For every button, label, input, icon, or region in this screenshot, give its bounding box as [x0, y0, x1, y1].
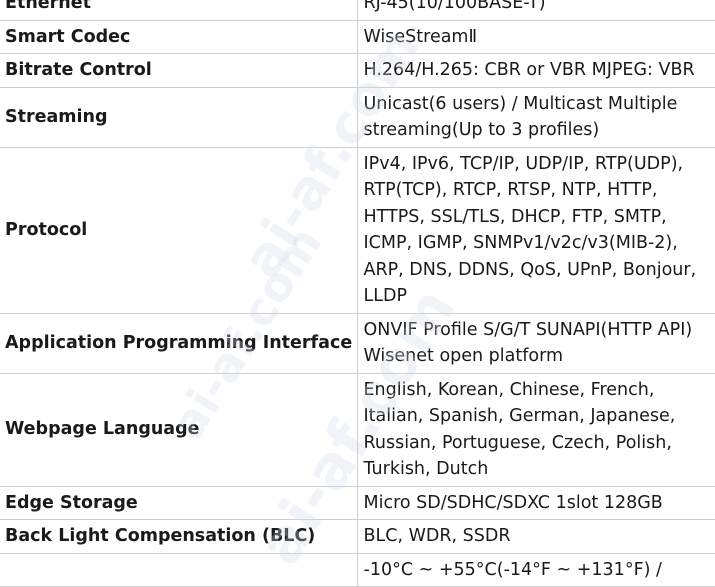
spec-value: ONVIF Profile S/G/T SUNAPI(HTTP API) Wise…: [357, 312, 715, 374]
spec-value-line: BLC, WDR, SSDR: [363, 526, 511, 546]
spec-row: Streaming Unicast(6 users) / Multicast Mu…: [0, 86, 715, 148]
spec-value-line: Wisenet open platform: [363, 346, 564, 366]
spec-value: Unicast(6 users) / Multicast Multiple str…: [357, 86, 715, 148]
spec-table: Ethernet RJ-45(10/100BASE-T) Smart Codec Wi…: [0, 0, 715, 587]
spec-value-line: RTP(TCP), RTCP, RTSP, NTP, HTTP,: [363, 180, 658, 200]
spec-label: Ethernet: [0, 0, 358, 21]
spec-value: -10°C ~ +55°C(-14°F ~ +131°F) /: [357, 552, 715, 587]
spec-value: Micro SD/SDHC/SDXC 1slot 128GB: [357, 485, 715, 520]
spec-value: English, Korean, Chinese, French, Italian…: [357, 372, 715, 487]
spec-row: Webpage Language English, Korean, Chinese…: [0, 372, 715, 487]
spec-label: Smart Codec: [0, 19, 358, 54]
spec-value-line: LLDP: [363, 286, 408, 306]
spec-label: Edge Storage: [0, 485, 358, 520]
spec-label: Protocol: [0, 146, 358, 314]
spec-value-line: ONVIF Profile S/G/T SUNAPI(HTTP API): [363, 319, 693, 340]
spec-value-line: -10°C ~ +55°C(-14°F ~ +131°F) /: [363, 559, 662, 580]
spec-value-line: ARP, DNS, DDNS, QoS, UPnP, Bonjour,: [363, 259, 697, 280]
spec-value-line: Italian, Spanish, German, Japanese,: [363, 406, 676, 426]
spec-row: Protocol IPv4, IPv6, TCP/IP, UDP/IP, RTP(…: [0, 146, 715, 314]
spec-value: IPv4, IPv6, TCP/IP, UDP/IP, RTP(UDP), RTP…: [357, 146, 715, 314]
spec-value-line: English, Korean, Chinese, French,: [363, 379, 655, 400]
spec-row: Application Programming Interface ONVIF P…: [0, 312, 715, 374]
spec-value: RJ-45(10/100BASE-T): [357, 0, 715, 21]
spec-value: H.264/H.265: CBR or VBR MJPEG: VBR: [357, 53, 715, 88]
spec-value-line: Micro SD/SDHC/SDXC 1slot 128GB: [363, 492, 663, 513]
spec-value-line: H.264/H.265: CBR or VBR MJPEG: VBR: [363, 60, 695, 80]
spec-value-line: HTTPS, SSL/TLS, DHCP, FTP, SMTP,: [363, 206, 667, 227]
spec-value-line: streaming(Up to 3 profiles): [363, 120, 600, 140]
spec-row: Bitrate Control H.264/H.265: CBR or VBR M…: [0, 53, 715, 88]
spec-value-line: WiseStreamⅡ: [363, 26, 478, 47]
spec-value-line: IPv4, IPv6, TCP/IP, UDP/IP, RTP(UDP),: [363, 153, 684, 174]
spec-value: BLC, WDR, SSDR: [357, 519, 715, 554]
spec-row: Smart Codec WiseStreamⅡ: [0, 19, 715, 54]
spec-label: Back Light Compensation (BLC): [0, 519, 358, 554]
spec-value-line: RJ-45(10/100BASE-T): [363, 0, 546, 13]
spec-sheet: Ethernet RJ-45(10/100BASE-T) Smart Codec Wi…: [0, 0, 715, 587]
spec-value: WiseStreamⅡ: [357, 19, 715, 54]
spec-row: -10°C ~ +55°C(-14°F ~ +131°F) /: [0, 552, 715, 587]
spec-row: Ethernet RJ-45(10/100BASE-T): [0, 0, 715, 21]
spec-label: Bitrate Control: [0, 53, 358, 88]
spec-row: Back Light Compensation (BLC) BLC, WDR, S…: [0, 519, 715, 554]
spec-value-line: ICMP, IGMP, SNMPv1/v2c/v3(MIB-2),: [363, 233, 678, 253]
spec-value-line: Russian, Portuguese, Czech, Polish,: [363, 432, 672, 453]
spec-row: Edge Storage Micro SD/SDHC/SDXC 1slot 128…: [0, 485, 715, 520]
spec-label: [0, 552, 358, 587]
spec-label: Webpage Language: [0, 372, 358, 487]
spec-label: Streaming: [0, 86, 358, 148]
spec-label: Application Programming Interface: [0, 312, 358, 374]
spec-table-body: Ethernet RJ-45(10/100BASE-T) Smart Codec Wi…: [0, 0, 715, 587]
spec-value-line: Unicast(6 users) / Multicast Multiple: [363, 93, 678, 114]
spec-value-line: Turkish, Dutch: [363, 459, 489, 479]
